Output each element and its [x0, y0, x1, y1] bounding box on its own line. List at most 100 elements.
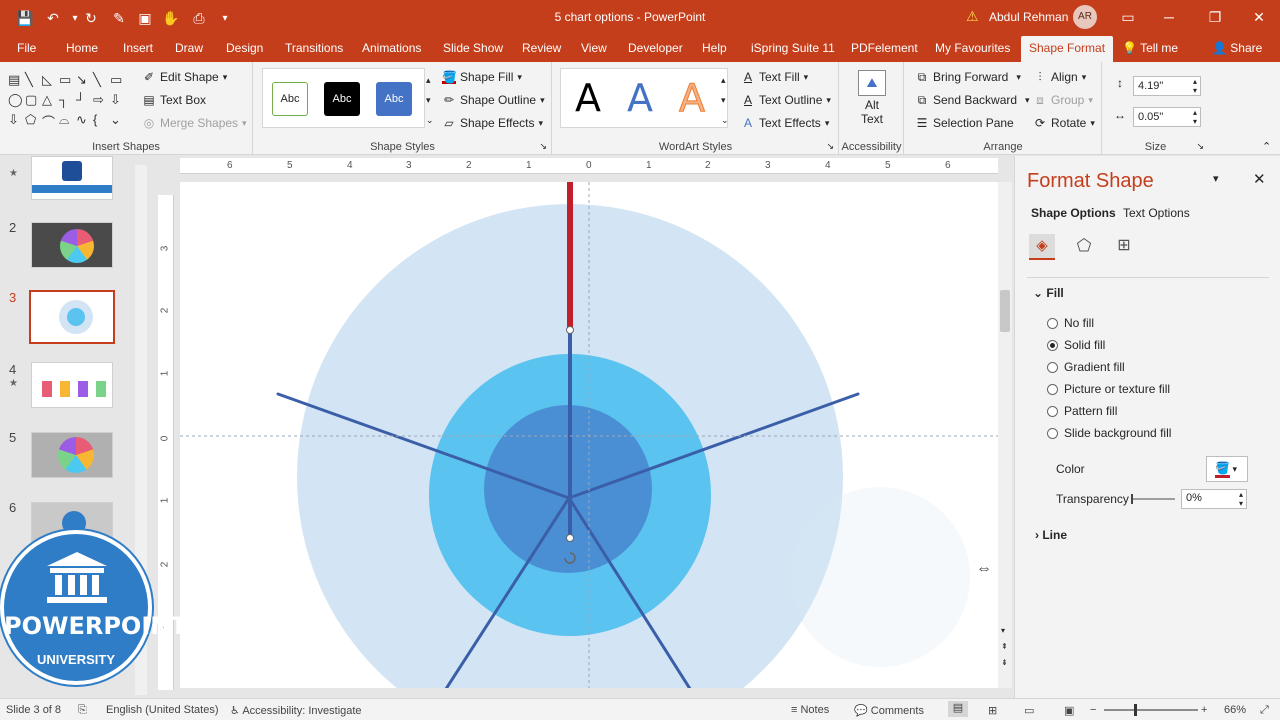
ribbon-display-options-icon[interactable]: ▭	[1113, 6, 1143, 28]
wordart-black-sample[interactable]: A	[575, 76, 601, 120]
warning-icon[interactable]: ⚠	[966, 8, 979, 25]
oval-shape-icon[interactable]: ◯	[8, 92, 24, 112]
text-box-button[interactable]: ▤ Text Box	[142, 93, 206, 107]
text-outline-button[interactable]: A Text Outline ▾	[741, 93, 831, 107]
no-fill-radio[interactable]: No fill	[1047, 316, 1094, 330]
tab-home[interactable]: Home	[66, 36, 98, 62]
tab-my-favourites[interactable]: My Favourites	[935, 36, 1010, 62]
slide-thumbnail-4[interactable]	[31, 362, 113, 408]
tab-file[interactable]: File	[17, 36, 36, 62]
close-pane-icon[interactable]: ✕	[1253, 170, 1266, 188]
canvas-scrollbar[interactable]: ▾ ⇞ ⇟	[998, 182, 1012, 688]
customize-toolbar-icon[interactable]: ▾	[214, 8, 236, 28]
tab-animations[interactable]: Animations	[362, 36, 421, 62]
tell-me-search[interactable]: 💡 Tell me	[1122, 36, 1178, 62]
print-preview-icon[interactable]: ⎙	[188, 8, 210, 28]
collapse-ribbon-icon[interactable]: ⌃	[1262, 140, 1271, 153]
slide-thumbnail-5[interactable]	[31, 432, 113, 478]
next-slide-icon[interactable]: ⇟	[1001, 658, 1008, 667]
wordart-orange-sample[interactable]: A	[679, 76, 706, 121]
selected-line-bottom[interactable]	[568, 330, 572, 538]
color-picker-button[interactable]: 🪣 ▾	[1206, 456, 1248, 482]
scroll-down-icon[interactable]: ▾	[1001, 626, 1005, 635]
tab-shape-format[interactable]: Shape Format	[1021, 36, 1114, 62]
send-backward-button[interactable]: ⧉ Send Backward ▾	[915, 93, 1030, 107]
previous-slide-icon[interactable]: ⇞	[1001, 642, 1008, 651]
normal-view-icon[interactable]: ▤	[948, 701, 968, 717]
wordart-blue-sample[interactable]: A	[627, 76, 653, 120]
style-swatch-outline-green[interactable]: Abc	[272, 82, 308, 116]
triangle-shape-icon[interactable]: △	[42, 92, 58, 112]
minimize-icon[interactable]: ─	[1154, 6, 1184, 28]
tab-slide-show[interactable]: Slide Show	[443, 36, 503, 62]
slide-thumbnail-2[interactable]	[31, 222, 113, 268]
text-fill-button[interactable]: A Text Fill ▾	[741, 70, 808, 84]
dialog-launcher-icon[interactable]: ↘	[1196, 141, 1204, 152]
triangle-corner-shape-icon[interactable]: ◺	[42, 72, 58, 92]
elbow-arrow-shape-icon[interactable]: ┘	[76, 92, 92, 112]
wordart-scroll-icon[interactable]: ▴ ▾ ⌄	[721, 70, 729, 130]
text-box-shape-icon[interactable]: ▤	[8, 72, 24, 92]
close-icon[interactable]: ✕	[1244, 6, 1274, 28]
transparency-slider[interactable]	[1131, 494, 1175, 504]
tab-shape-options[interactable]: Shape Options	[1031, 206, 1116, 220]
brace-shape-icon[interactable]: ∿	[76, 112, 92, 132]
arrow-line-shape-icon[interactable]: ↘	[76, 72, 92, 92]
zoom-in-icon[interactable]: +	[1201, 704, 1207, 716]
reading-view-icon[interactable]: ▭	[1024, 704, 1034, 717]
tab-view[interactable]: View	[581, 36, 607, 62]
slide-canvas[interactable]: ⇔	[180, 182, 998, 688]
shape-width-input[interactable]: 0.05" ▴ ▾	[1133, 107, 1201, 127]
redo-icon[interactable]: ↻	[80, 8, 102, 28]
spelling-icon[interactable]: ⎘	[78, 704, 87, 717]
slide-background-fill-radio[interactable]: Slide background fill	[1047, 426, 1171, 440]
pattern-fill-radio[interactable]: Pattern fill	[1047, 404, 1117, 418]
gallery-scroll-icon[interactable]: ▴ ▾ ⌄	[426, 70, 434, 130]
tab-insert[interactable]: Insert	[123, 36, 153, 62]
selection-handle-top[interactable]	[566, 326, 574, 334]
effects-icon[interactable]: ⬠	[1071, 234, 1097, 260]
undo-icon[interactable]: ↶	[42, 8, 64, 28]
rotate-button[interactable]: ⟳ Rotate ▾	[1033, 116, 1095, 130]
start-slideshow-icon[interactable]: ▣	[134, 8, 156, 28]
shape-effects-button[interactable]: ▱ Shape Effects ▾	[442, 116, 543, 130]
avatar[interactable]: AR	[1073, 5, 1097, 29]
tab-transitions[interactable]: Transitions	[285, 36, 343, 62]
curve-shape-icon[interactable]: ⌒	[42, 112, 58, 132]
arrow-down-shape-icon[interactable]: ⇩	[110, 92, 126, 112]
tab-pdfelement[interactable]: PDFelement	[851, 36, 918, 62]
user-name[interactable]: Abdul Rehman	[989, 10, 1068, 24]
shape-fill-button[interactable]: 🪣 Shape Fill ▾	[442, 70, 522, 84]
line-section-header[interactable]: › Line	[1035, 528, 1067, 542]
transparency-input[interactable]: 0% ▴ ▾	[1181, 489, 1247, 509]
slide-sorter-icon[interactable]: ⊞	[988, 704, 997, 717]
shape-height-input[interactable]: 4.19" ▴ ▾	[1133, 76, 1201, 96]
text-effects-button[interactable]: A Text Effects ▾	[741, 116, 829, 130]
language-indicator[interactable]: English (United States)	[106, 704, 219, 716]
bracket-shape-icon[interactable]: {	[93, 112, 109, 132]
more-shapes-icon[interactable]: ⌄	[110, 112, 126, 132]
size-properties-icon[interactable]: ⊞	[1111, 234, 1137, 260]
shape-outline-button[interactable]: ✏ Shape Outline ▾	[442, 93, 545, 107]
format-painter-icon[interactable]: ✎	[108, 8, 130, 28]
zoom-slider[interactable]	[1104, 704, 1198, 716]
share-button[interactable]: 👤 Share	[1212, 36, 1262, 62]
canvas-scrollbar-thumb[interactable]	[1000, 290, 1010, 332]
fill-section-header[interactable]: ⌄ Fill	[1033, 286, 1064, 300]
alt-text-button[interactable]: ⛰ Alt Text	[854, 68, 890, 136]
freeform-shape-icon[interactable]: ⬠	[25, 112, 41, 132]
slide-thumbnail-1[interactable]	[31, 156, 113, 200]
gradient-fill-radio[interactable]: Gradient fill	[1047, 360, 1125, 374]
fill-line-icon[interactable]: ◈	[1029, 234, 1055, 260]
picture-fill-radio[interactable]: Picture or texture fill	[1047, 382, 1170, 396]
tab-ispring[interactable]: iSpring Suite 11	[751, 36, 835, 62]
style-swatch-black[interactable]: Abc	[324, 82, 360, 116]
pane-options-icon[interactable]: ▾	[1213, 172, 1219, 185]
comments-button[interactable]: 💬 Comments	[854, 704, 924, 717]
arrow-right-shape-icon[interactable]: ⇩	[8, 112, 24, 132]
shapes-gallery[interactable]: ▤ ╲ ◺ ▭ ↘ ╲ ▭ ◯ ▢ △ ┐ ┘ ⇨ ⇩ ⇩ ⬠ ⌒ ⌓ ∿ { …	[8, 72, 126, 132]
pentagon-arrow-shape-icon[interactable]: ⇨	[93, 92, 109, 112]
tab-review[interactable]: Review	[522, 36, 561, 62]
height-spinner-icon[interactable]: ▴ ▾	[1193, 77, 1197, 95]
style-swatch-blue[interactable]: Abc	[376, 82, 412, 116]
